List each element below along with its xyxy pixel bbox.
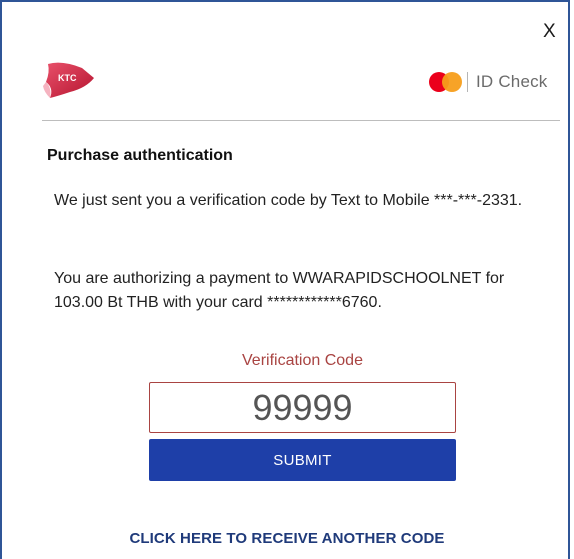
- close-button[interactable]: X: [543, 22, 556, 41]
- page-title: Purchase authentication: [47, 147, 233, 164]
- ktc-logo-text: KTC: [58, 73, 77, 83]
- mastercard-icon: [429, 72, 463, 92]
- verification-code-input[interactable]: [149, 382, 456, 433]
- id-check-divider: [467, 72, 468, 92]
- payment-details-message: You are authorizing a payment to WWARAPI…: [54, 270, 505, 311]
- code-sent-message: We just sent you a verification code by …: [54, 192, 523, 209]
- verification-code-label: Verification Code: [242, 352, 363, 369]
- id-check-label: ID Check: [476, 72, 548, 91]
- ktc-logo: KTC: [43, 62, 94, 98]
- authentication-dialog: X KTC ID Check Purchase authentication W…: [0, 0, 570, 559]
- id-check-badge: ID Check: [429, 71, 548, 93]
- submit-button[interactable]: SUBMIT: [149, 439, 456, 481]
- resend-code-link[interactable]: CLICK HERE TO RECEIVE ANOTHER CODE: [2, 530, 572, 547]
- header-divider: [42, 120, 560, 121]
